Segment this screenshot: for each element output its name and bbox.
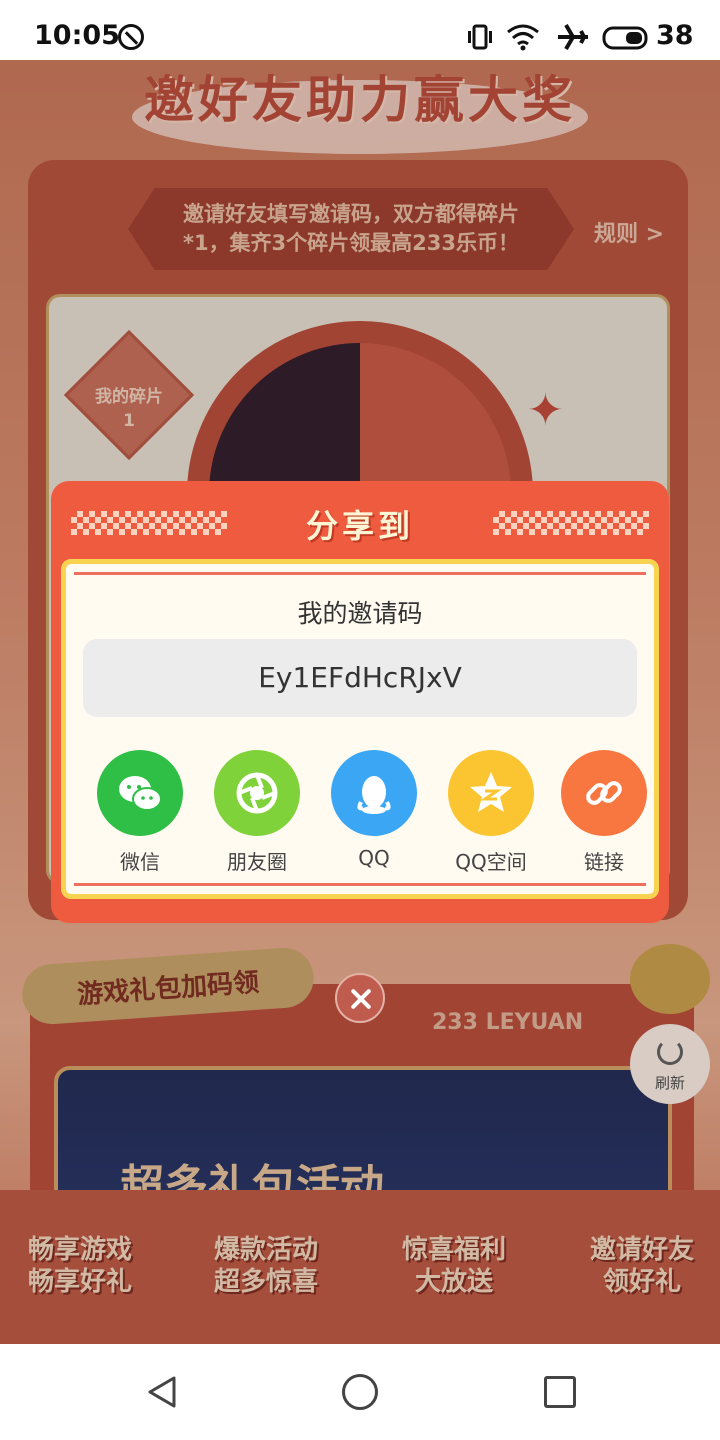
wifi-icon — [507, 24, 539, 51]
share-link-button[interactable]: 链接 — [554, 750, 654, 875]
close-dialog-button[interactable] — [335, 973, 385, 1023]
share-qq-label: QQ — [358, 846, 390, 870]
share-moments-button[interactable]: 朋友圈 — [207, 750, 307, 875]
qq-icon — [331, 750, 417, 836]
share-wechat-label: 微信 — [120, 850, 160, 874]
battery-level: 38 — [656, 20, 694, 51]
airplane-icon — [558, 23, 588, 51]
share-qzone-button[interactable]: QQ空间 — [441, 750, 541, 875]
share-wechat-button[interactable]: 微信 — [90, 750, 190, 875]
invite-code-field[interactable]: Ey1EFdHcRJxV — [83, 639, 637, 717]
back-icon[interactable] — [144, 1374, 180, 1410]
dialog-title: 分享到 — [305, 507, 414, 545]
invite-code-label: 我的邀请码 — [297, 599, 423, 628]
status-time: 10:05 — [34, 20, 120, 51]
dialog-body: 我的邀请码 Ey1EFdHcRJxV 微信 朋友圈 QQ QQ空间 链接 — [61, 559, 659, 899]
share-dialog: 分享到 我的邀请码 Ey1EFdHcRJxV 微信 朋友圈 QQ QQ空间 链接 — [51, 481, 669, 923]
wechat-icon — [97, 750, 183, 836]
home-icon[interactable] — [342, 1374, 378, 1410]
recent-apps-icon[interactable] — [544, 1376, 576, 1408]
link-icon — [561, 750, 647, 836]
share-link-label: 链接 — [584, 850, 624, 874]
share-qzone-label: QQ空间 — [455, 850, 527, 874]
refresh-icon — [657, 1039, 683, 1065]
moments-icon — [214, 750, 300, 836]
do-not-disturb-icon — [118, 24, 144, 50]
status-bar: 10:05 38 — [0, 0, 720, 60]
refresh-button[interactable]: 刷新 — [630, 1024, 710, 1104]
system-nav-bar — [0, 1344, 720, 1440]
qzone-icon — [448, 750, 534, 836]
battery-icon — [602, 26, 648, 50]
share-qq-button[interactable]: QQ — [324, 750, 424, 870]
share-moments-label: 朋友圈 — [227, 850, 287, 874]
refresh-label: 刷新 — [654, 1074, 685, 1092]
vibrate-icon — [468, 24, 492, 50]
